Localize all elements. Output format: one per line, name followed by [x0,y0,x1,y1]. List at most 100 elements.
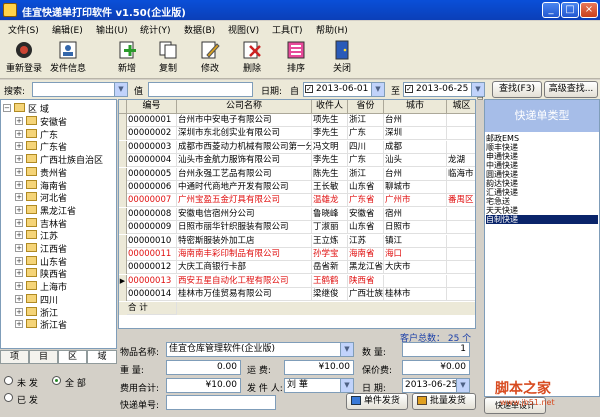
col-header-company[interactable]: 公司名称 [177,100,312,114]
tree-item[interactable]: + 山东省 [1,255,116,268]
table-row[interactable]: 00000007 广州宝盈五金灯具有限公司 温雄龙 广东省 广州市 番禺区 [119,194,475,208]
menu-view[interactable]: 视图(V) [228,23,259,36]
search-button[interactable]: 查找(F3) [492,81,542,98]
table-row[interactable]: 00000008 安徽电信宿州分公司 鲁晓峰 安徽省 宿州 [119,207,475,221]
date-from-picker[interactable]: ✓ 2013-06-01 ▼ [303,82,385,97]
date-to-checkbox[interactable]: ✓ [405,85,413,93]
tree-item[interactable]: + 安徽省 [1,115,116,128]
expand-icon[interactable]: + [15,218,23,227]
tab-region[interactable]: 区 [58,350,87,364]
tree-item[interactable]: + 广东省 [1,140,116,153]
radio-sent[interactable] [4,393,13,402]
expand-icon[interactable]: + [15,320,23,329]
maximize-button[interactable]: □ [561,2,579,18]
insure-input[interactable]: ¥0.00 [402,360,470,375]
expand-icon[interactable]: + [15,142,23,151]
minimize-button[interactable]: _ [542,2,560,18]
express-type-item[interactable]: 顺丰快递 [486,143,598,152]
date-from-checkbox[interactable]: ✓ [305,85,313,93]
advanced-search-button[interactable]: 高级查找... [544,81,598,98]
tree-item[interactable]: + 河北省 [1,191,116,204]
relogin-button[interactable]: 重新登录 [2,37,46,77]
tree-item[interactable]: + 上海市 [1,280,116,293]
tree-item[interactable]: + 江西省 [1,242,116,255]
radio-all[interactable] [52,376,61,385]
menu-statistics[interactable]: 统计(Y) [140,23,171,36]
tree-item[interactable]: + 四川 [1,293,116,306]
col-header-city[interactable]: 城市 [384,100,447,114]
tab-region-2[interactable]: 域 [87,350,117,364]
freight-input[interactable]: ¥10.00 [284,360,354,375]
expand-icon[interactable]: + [15,231,23,240]
expand-icon[interactable]: + [15,193,23,202]
tree-item[interactable]: + 陕西省 [1,267,116,280]
close-tool-button[interactable]: 关闭 [320,37,364,77]
expand-icon[interactable]: + [15,167,23,176]
table-row[interactable]: 00000004 汕头市金航力服饰有限公司 李先生 广东 汕头 龙湖 [119,154,475,168]
menu-help[interactable]: 帮助(H) [316,23,348,36]
sender-info-button[interactable]: 发件信息 [46,37,90,77]
panel-pin-icon[interactable]: ▭ [477,94,484,102]
col-header-district[interactable]: 城区 [447,100,475,114]
table-row[interactable]: 00000001 台州市中安电子有限公司 项先生 浙江 台州 [119,114,475,127]
table-row[interactable]: 00000005 台州永强工艺品有限公司 陈先生 浙江 台州 临海市 [119,167,475,181]
expand-icon[interactable]: + [15,129,23,138]
close-button[interactable]: × [580,2,598,18]
express-type-item[interactable]: 汇通快递 [486,188,598,197]
tree-item[interactable]: + 广西壮族自治区 [1,153,116,166]
col-header-id[interactable]: 编号 [127,100,177,114]
table-row[interactable]: 00000012 大庆工商银行卡部 岳省新 黑龙江省 大庆市 [119,261,475,275]
delete-button[interactable]: 删除 [230,37,274,77]
col-header-province[interactable]: 省份 [348,100,384,114]
cost-input[interactable]: ¥10.00 [166,378,241,393]
express-type-item[interactable]: 中通快递 [486,161,598,170]
expand-icon[interactable]: + [15,117,23,125]
single-ship-button[interactable]: 单件发货 [346,393,408,410]
col-header-recipient[interactable]: 收件人 [312,100,348,114]
sender-select[interactable]: 刘 華 ▼ [284,378,354,393]
table-row[interactable]: 00000006 中通时代商地产开发有限公司 王长敏 山东省 聊城市 [119,181,475,194]
radio-unsent[interactable] [4,376,13,385]
sort-button[interactable]: 排序 [274,37,318,77]
modify-button[interactable]: 修改 [188,37,232,77]
express-type-item[interactable]: 韵达快递 [486,179,598,188]
tree-item[interactable]: + 广东 [1,128,116,141]
tree-item[interactable]: + 浙江 [1,306,116,319]
expand-icon[interactable]: + [15,244,23,252]
expand-icon[interactable]: + [15,256,23,265]
express-type-item[interactable]: 自制快递 [486,215,598,224]
expand-icon[interactable]: + [15,205,23,214]
tree-item[interactable]: + 贵州省 [1,166,116,179]
batch-ship-button[interactable]: 批量发货 [412,393,476,410]
express-type-item[interactable]: 圆通快递 [486,170,598,179]
search-value-input[interactable] [148,82,253,97]
tree-item[interactable]: + 吉林省 [1,217,116,230]
add-button[interactable]: 新增 [105,37,149,77]
qty-input[interactable]: 1 [402,342,470,357]
menu-tools[interactable]: 工具(T) [272,23,303,36]
copy-button[interactable]: 复制 [146,37,190,77]
date-to-picker[interactable]: ✓ 2013-06-25 ▼ [403,82,485,97]
expand-icon[interactable]: + [15,180,23,189]
expand-icon[interactable]: + [15,269,23,278]
tree-item[interactable]: + 江苏 [1,229,116,242]
expand-icon[interactable]: + [15,294,23,303]
form-date-picker[interactable]: 2013-06-25 ▼ [402,378,470,393]
tree-item[interactable]: + 浙江省 [1,318,116,331]
express-type-item[interactable]: 宅急送 [486,197,598,206]
menu-data[interactable]: 数据(B) [184,23,215,36]
menu-edit[interactable]: 编辑(E) [52,23,83,36]
weight-input[interactable]: 0.00 [166,360,241,375]
menu-output[interactable]: 输出(U) [96,23,128,36]
search-field-select[interactable]: ▼ [32,82,128,97]
menu-file[interactable]: 文件(S) [8,23,39,36]
table-row[interactable]: 00000014 桂林市万佳贸易有限公司 梁继俊 广西壮族 桂林市 [119,288,475,302]
expand-icon[interactable]: + [15,307,23,316]
tab-item-2[interactable]: 目 [29,350,58,364]
express-type-item[interactable]: 申通快递 [486,152,598,161]
tree-item[interactable]: + 海南省 [1,179,116,192]
collapse-icon[interactable]: − [3,104,11,112]
tracking-input[interactable] [166,395,276,410]
table-row[interactable]: 00000002 深圳市东北创实业有限公司 李先生 广东 深圳 [119,127,475,141]
table-row[interactable]: 00000003成都市西菱动力机械有限公司第一分公司冯文明四川成都 [119,140,475,154]
